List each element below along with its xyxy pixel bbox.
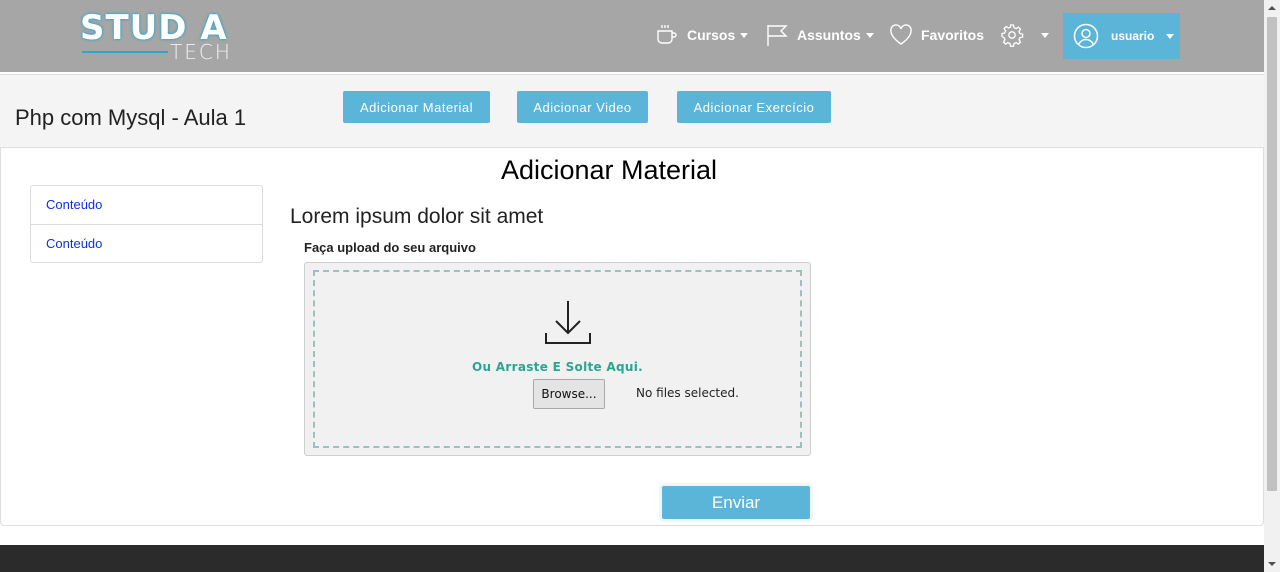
scroll-down-arrow-icon[interactable] [1264,556,1280,572]
footer [0,545,1264,572]
content-sidebar: Conteúdo Conteúdo [30,185,263,263]
nav-assuntos-label: Assuntos [797,27,861,43]
browse-button[interactable]: Browse... [533,379,605,409]
chevron-down-icon [1041,32,1049,38]
gear-icon [1001,24,1024,47]
section-title: Adicionar Material [500,155,718,185]
nav-favoritos-label: Favoritos [921,27,985,43]
add-exercise-button[interactable]: Adicionar Exercício [677,91,831,123]
heart-icon [890,24,912,45]
chevron-down-icon [740,32,749,38]
settings-menu[interactable] [1000,22,1049,48]
vertical-scrollbar[interactable] [1264,0,1280,572]
submit-button[interactable]: Enviar [662,486,810,519]
file-dropzone[interactable]: Ou Arraste E Solte Aqui. Browse... No fi… [304,262,811,456]
user-menu-button[interactable]: usuario [1063,13,1180,59]
user-circle-icon [1073,23,1099,49]
sidebar-item-conteudo[interactable]: Conteúdo [31,224,262,262]
chevron-down-icon [865,32,874,38]
page-header: Php com Mysql - Aula 1 Adicionar Materia… [0,74,1264,148]
dropzone-dashed-border: Ou Arraste E Solte Aqui. Browse... No fi… [313,270,802,448]
logo-sub-text: TECH [170,40,232,64]
add-material-button[interactable]: Adicionar Material [343,91,490,123]
user-name: usuario [1111,29,1155,43]
upload-label: Faça upload do seu arquivo [304,240,476,255]
chevron-down-icon [1166,33,1175,39]
nav-favoritos[interactable]: Favoritos [889,22,984,48]
coffee-cup-icon [657,25,677,44]
main-content: Adicionar Material Conteúdo Conteúdo Lor… [0,148,1264,526]
sidebar-item-conteudo[interactable]: Conteúdo [31,186,262,224]
add-video-button[interactable]: Adicionar Video [517,91,648,123]
logo-underline [82,51,168,53]
page-title: Php com Mysql - Aula 1 [15,105,247,130]
drop-hint-text: Ou Arraste E Solte Aqui. [471,360,644,374]
top-navbar: STUD A TECH Cursos Assuntos Favoritos us… [0,0,1264,72]
scroll-thumb[interactable] [1267,17,1277,491]
file-status-text: No files selected. [636,386,739,400]
nav-cursos-label: Cursos [687,27,736,43]
nav-assuntos[interactable]: Assuntos [765,22,874,48]
scroll-up-arrow-icon[interactable] [1264,0,1280,16]
logo[interactable]: STUD A TECH [78,8,238,64]
content-subtitle: Lorem ipsum dolor sit amet [290,205,544,228]
download-icon [545,301,591,344]
flag-icon [767,25,788,46]
nav-cursos[interactable]: Cursos [655,22,749,48]
